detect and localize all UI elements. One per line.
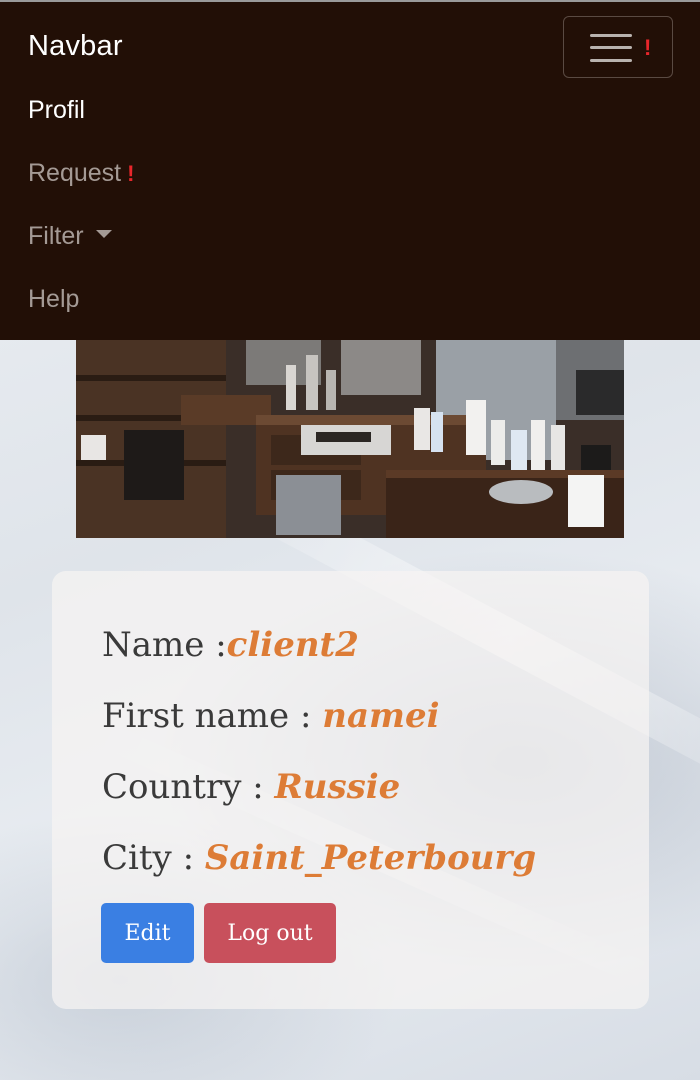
name-value: client2 (226, 625, 359, 665)
nav-item-filter-dropdown[interactable]: Filter (28, 222, 112, 251)
navbar-toggler-button[interactable]: ! (563, 16, 673, 78)
caret-down-icon (95, 230, 112, 239)
navbar-brand[interactable]: Navbar (28, 30, 123, 63)
name-label: Name : (102, 625, 227, 665)
hamburger-icon (590, 33, 632, 63)
profile-country-row: Country : Russie (102, 767, 400, 807)
nav-item-label: Request (28, 159, 122, 187)
city-label: City : (102, 838, 205, 878)
nav-item-help[interactable]: Help (28, 285, 79, 314)
profile-card: Name :client2 First name : namei Country… (52, 571, 649, 1009)
country-value: Russie (274, 767, 401, 807)
profile-city-row: City : Saint_Peterbourg (102, 838, 536, 878)
profile-first-name-row: First name : namei (102, 696, 440, 736)
profile-name-row: Name :client2 (102, 625, 359, 665)
first-name-value: namei (322, 696, 440, 736)
nav-item-label: Filter (28, 222, 84, 250)
logout-button[interactable]: Log out (204, 903, 336, 963)
nav-item-request[interactable]: Request! (28, 159, 134, 188)
nav-item-label: Profil (28, 96, 85, 124)
alert-icon: ! (127, 161, 135, 186)
navbar: Navbar ! Profil Request! Filter Help (0, 0, 700, 340)
edit-button[interactable]: Edit (101, 903, 194, 963)
barber-shop-photo (76, 340, 624, 538)
country-label: Country : (102, 767, 275, 807)
nav-item-label: Help (28, 285, 80, 313)
alert-icon: ! (644, 35, 652, 60)
first-name-label: First name : (102, 696, 323, 736)
nav-item-profil[interactable]: Profil (28, 96, 85, 125)
city-value: Saint_Peterbourg (204, 838, 537, 878)
